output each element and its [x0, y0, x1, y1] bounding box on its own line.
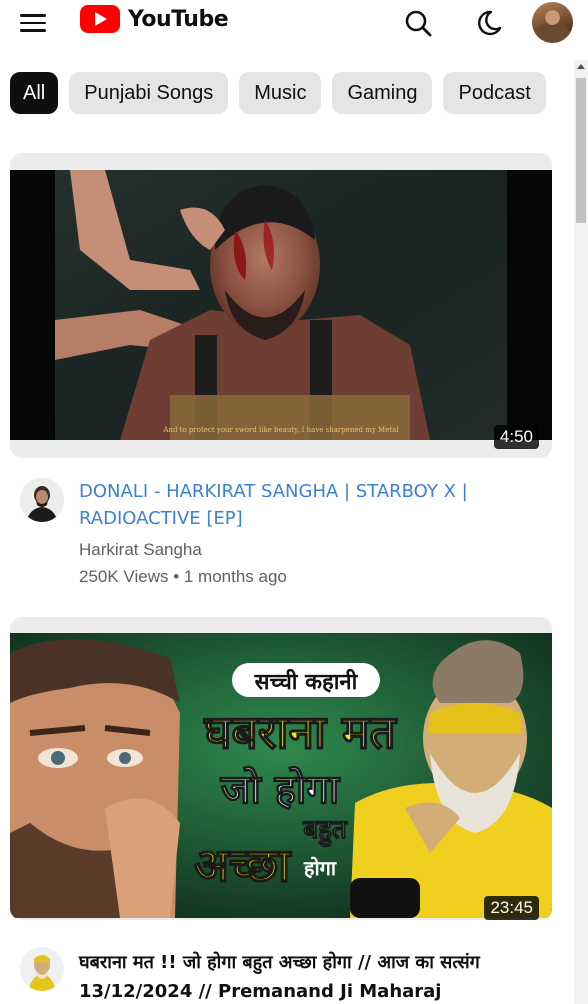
video-duration: 4:50	[493, 425, 539, 449]
video-duration: 23:45	[484, 896, 539, 920]
scroll-thumb[interactable]	[576, 78, 586, 223]
thumbnail-line1: घबराना मत	[203, 705, 397, 759]
search-icon[interactable]	[403, 8, 433, 38]
top-header: YouTube	[0, 0, 588, 48]
hamburger-menu-icon[interactable]	[20, 9, 50, 37]
scroll-up-arrow-icon[interactable]	[577, 64, 585, 69]
thumbnail-line4: अच्छा	[194, 838, 292, 892]
channel-avatar[interactable]	[20, 478, 64, 522]
chip-podcast[interactable]: Podcast	[443, 72, 546, 114]
chip-gaming[interactable]: Gaming	[332, 72, 433, 114]
video-stats: 250K Views • 1 months ago	[79, 567, 287, 586]
chip-all[interactable]: All	[10, 72, 59, 114]
thumbnail-image: And to protect your sword like beauty, I…	[10, 170, 552, 440]
youtube-play-icon	[80, 5, 120, 33]
youtube-logo[interactable]: YouTube	[80, 5, 229, 33]
page-scrollbar[interactable]	[574, 60, 588, 1004]
chip-punjabi-songs[interactable]: Punjabi Songs	[69, 72, 229, 114]
video-card: सच्ची कहानी घबराना मत जो होगा बहुत अच्छा…	[10, 617, 552, 1004]
moon-icon[interactable]	[473, 8, 503, 38]
thumbnail-subtitle: And to protect your sword like beauty, I…	[162, 426, 399, 434]
video-thumbnail-frame[interactable]: And to protect your sword like beauty, I…	[10, 153, 552, 458]
channel-name[interactable]: Harkirat Sangha	[79, 537, 202, 563]
filter-chips: All Punjabi Songs Music Gaming Podcast	[10, 72, 552, 114]
video-title[interactable]: DONALI - HARKIRAT SANGHA | STARBOY X | R…	[79, 478, 519, 532]
thumbnail-line2: जो होगा	[220, 766, 341, 813]
chip-music[interactable]: Music	[239, 72, 322, 114]
logo-text: YouTube	[128, 6, 229, 32]
video-card: And to protect your sword like beauty, I…	[10, 153, 552, 593]
channel-avatar[interactable]	[20, 947, 64, 991]
thumbnail-banner: सच्ची कहानी	[254, 668, 359, 695]
thumbnail-line5: होगा	[303, 856, 337, 880]
video-thumbnail-frame[interactable]: सच्ची कहानी घबराना मत जो होगा बहुत अच्छा…	[10, 617, 552, 920]
video-thumbnail[interactable]: And to protect your sword like beauty, I…	[10, 170, 552, 440]
thumbnail-image: सच्ची कहानी घबराना मत जो होगा बहुत अच्छा…	[10, 633, 552, 918]
video-thumbnail[interactable]: सच्ची कहानी घबराना मत जो होगा बहुत अच्छा…	[10, 633, 552, 918]
user-avatar[interactable]	[532, 2, 573, 43]
video-title[interactable]: घबराना मत !! जो होगा बहुत अच्छा होगा // …	[79, 948, 554, 1004]
thumbnail-line3: बहुत	[302, 815, 348, 847]
